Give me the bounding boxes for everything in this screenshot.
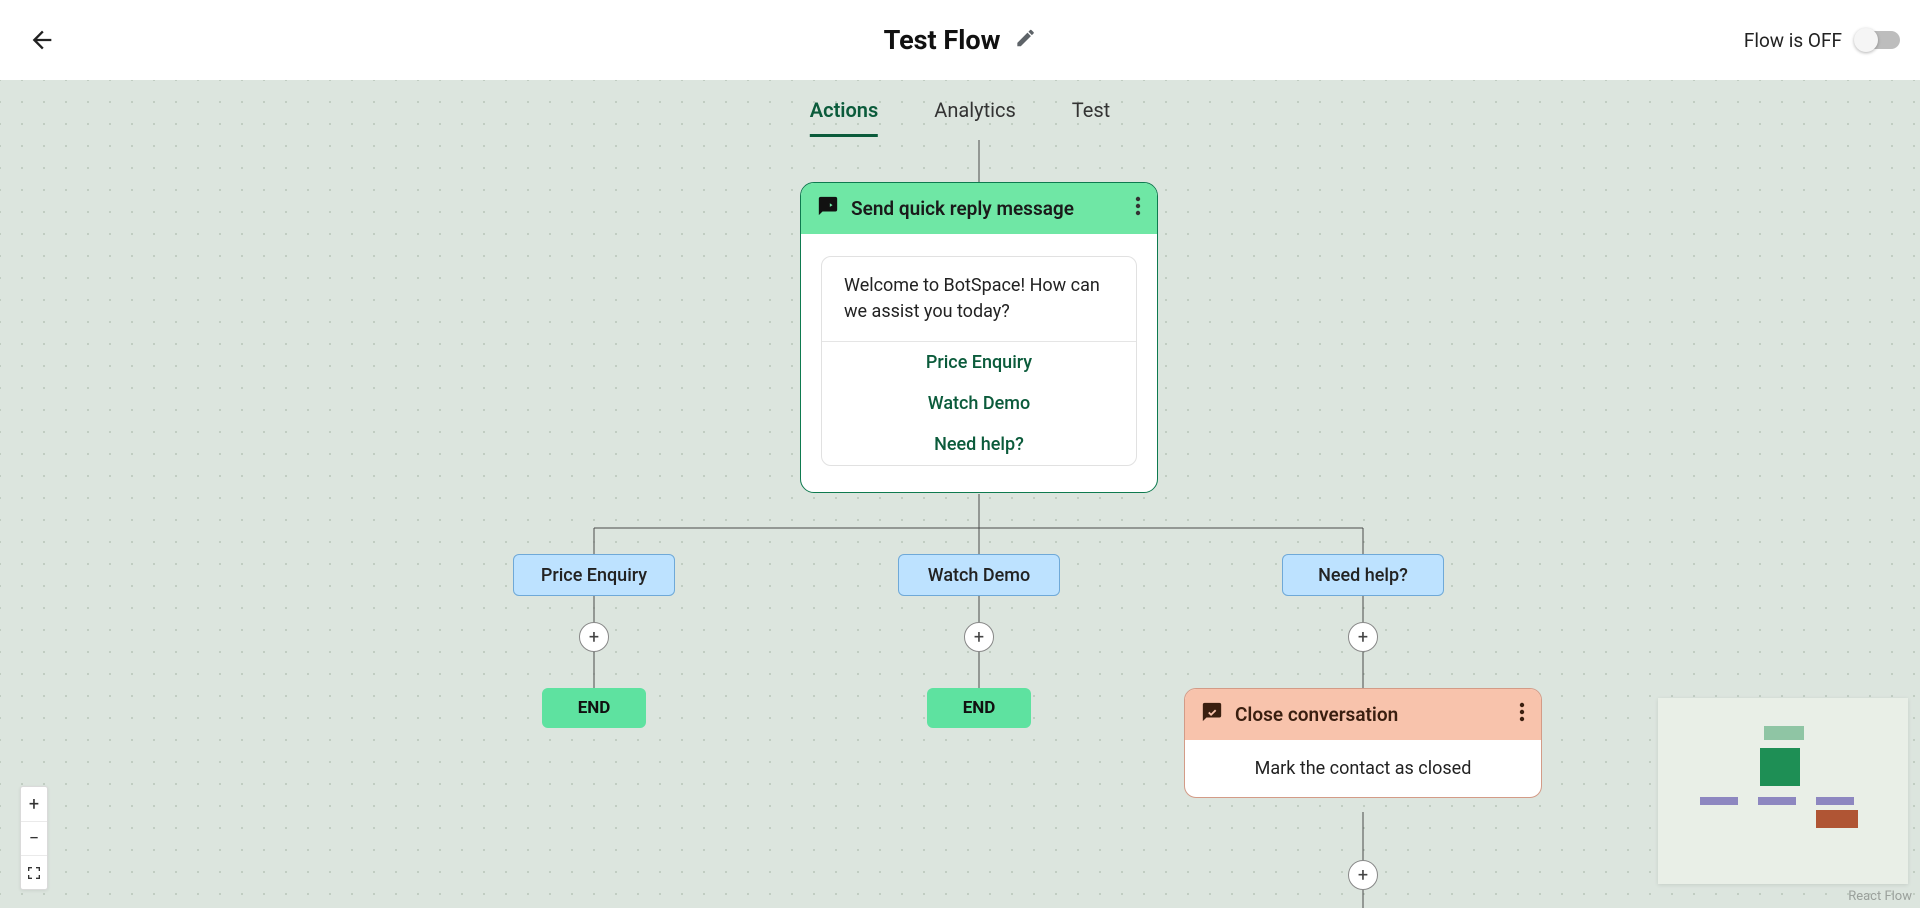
close-conversation-title: Close conversation xyxy=(1235,703,1398,726)
preview-option-3[interactable]: Need help? xyxy=(822,424,1136,465)
branch-pill-watch-demo[interactable]: Watch Demo xyxy=(898,554,1060,596)
flow-title: Test Flow xyxy=(884,24,1001,56)
add-step-button-3[interactable]: + xyxy=(1348,622,1378,652)
node-menu-button[interactable] xyxy=(1135,196,1141,221)
pencil-icon xyxy=(1014,27,1036,49)
tab-actions[interactable]: Actions xyxy=(810,98,878,137)
quick-reply-node[interactable]: Send quick reply message Welcome to BotS… xyxy=(800,182,1158,493)
quick-reply-body: Welcome to BotSpace! How can we assist y… xyxy=(801,234,1157,492)
add-step-button-4[interactable]: + xyxy=(1348,860,1378,890)
title-wrap: Test Flow xyxy=(884,24,1037,56)
minimap-shape xyxy=(1758,797,1796,805)
toggle-knob xyxy=(1854,28,1878,52)
zoom-in-button[interactable]: + xyxy=(21,787,47,821)
quick-reply-title: Send quick reply message xyxy=(851,197,1074,220)
branch-pill-need-help[interactable]: Need help? xyxy=(1282,554,1444,596)
minimap-shape xyxy=(1760,748,1800,786)
header-bar: Test Flow Flow is OFF xyxy=(0,0,1920,80)
preview-message-text: Welcome to BotSpace! How can we assist y… xyxy=(822,257,1136,341)
close-conversation-icon xyxy=(1201,701,1223,728)
more-vert-icon xyxy=(1519,702,1525,722)
branch-pill-price-enquiry[interactable]: Price Enquiry xyxy=(513,554,675,596)
zoom-out-button[interactable]: − xyxy=(21,821,47,855)
end-node-2[interactable]: END xyxy=(927,688,1031,728)
close-conversation-header: Close conversation xyxy=(1185,689,1541,740)
add-step-button-2[interactable]: + xyxy=(964,622,994,652)
back-button[interactable] xyxy=(28,26,56,54)
flow-toggle-wrap: Flow is OFF xyxy=(1744,29,1900,52)
quick-reply-icon xyxy=(817,195,839,222)
tab-test[interactable]: Test xyxy=(1072,98,1110,137)
quick-reply-header: Send quick reply message xyxy=(801,183,1157,234)
node-menu-button-2[interactable] xyxy=(1519,702,1525,727)
preview-option-2[interactable]: Watch Demo xyxy=(822,383,1136,424)
minimap-shape xyxy=(1816,810,1858,828)
zoom-controls: + − xyxy=(20,786,48,890)
close-conversation-node[interactable]: Close conversation Mark the contact as c… xyxy=(1184,688,1542,798)
arrow-back-icon xyxy=(28,26,56,54)
react-flow-attribution: React Flow xyxy=(1848,889,1912,904)
end-node-1[interactable]: END xyxy=(542,688,646,728)
minimap-shape xyxy=(1700,797,1738,805)
fit-view-button[interactable] xyxy=(21,855,47,889)
more-vert-icon xyxy=(1135,196,1141,216)
add-step-button-1[interactable]: + xyxy=(579,622,609,652)
message-preview-card: Welcome to BotSpace! How can we assist y… xyxy=(821,256,1137,466)
fullscreen-icon xyxy=(26,865,42,881)
nodes-layer: Send quick reply message Welcome to BotS… xyxy=(0,80,1920,908)
flow-toggle[interactable] xyxy=(1856,31,1900,49)
tab-analytics[interactable]: Analytics xyxy=(934,98,1016,137)
flow-status-label: Flow is OFF xyxy=(1744,29,1842,52)
close-conversation-body: Mark the contact as closed xyxy=(1185,740,1541,797)
flow-canvas[interactable]: Actions Analytics Test xyxy=(0,80,1920,908)
minimap[interactable] xyxy=(1658,698,1908,884)
minimap-shape xyxy=(1816,797,1854,805)
tabs: Actions Analytics Test xyxy=(810,98,1110,137)
edit-title-button[interactable] xyxy=(1014,27,1036,53)
minimap-shape xyxy=(1764,726,1804,740)
preview-option-1[interactable]: Price Enquiry xyxy=(822,342,1136,383)
